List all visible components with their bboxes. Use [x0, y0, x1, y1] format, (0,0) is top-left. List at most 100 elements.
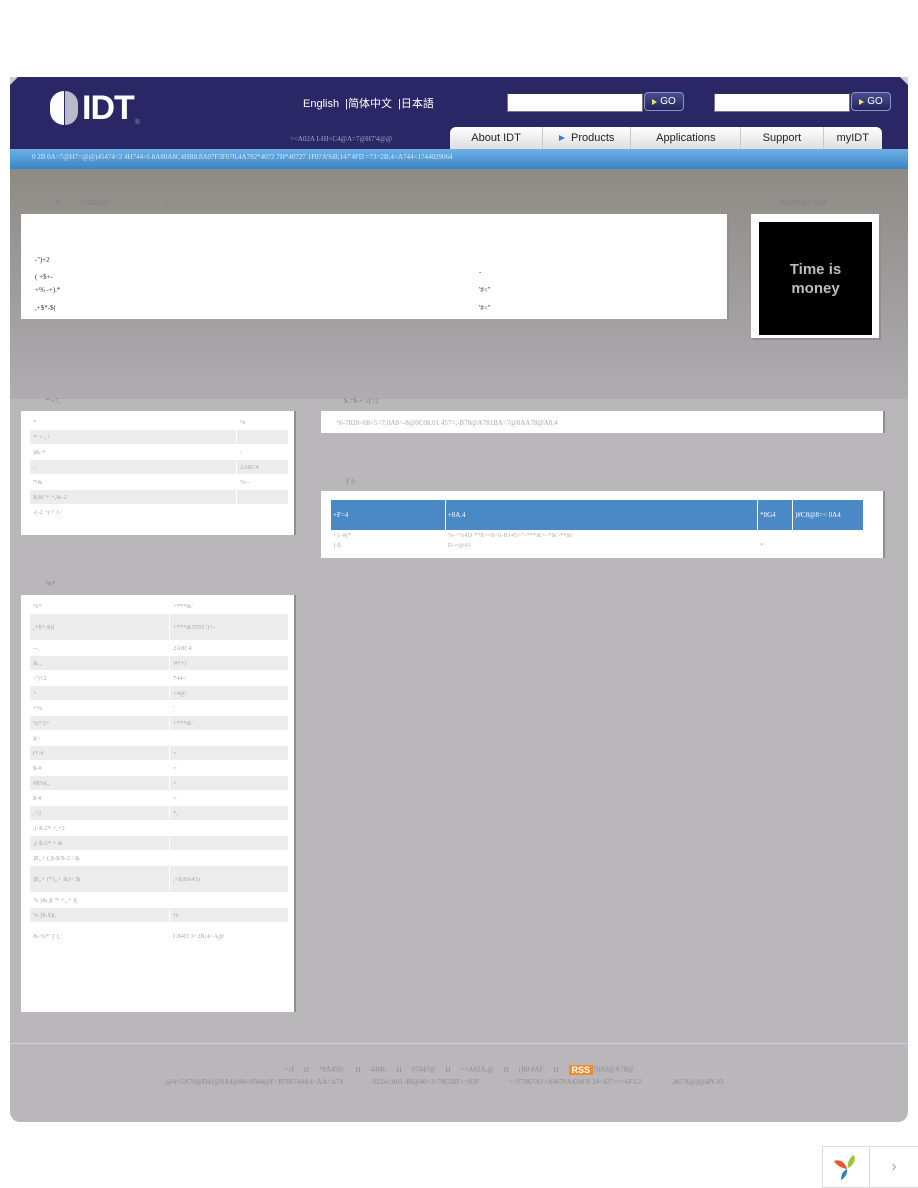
spec-value: % [240, 418, 246, 426]
go-button-2[interactable]: GO [851, 92, 891, 111]
spec-label: %* [33, 602, 42, 610]
part-row[interactable]: )-$ D-=@43 * [331, 541, 863, 550]
footer-separator: H [355, 1065, 361, 1074]
summary-row-label: ( +$+- [35, 273, 53, 281]
left_panel2-row: $-# = [30, 761, 288, 775]
go-button-1[interactable]: GO [644, 92, 684, 111]
lang-english[interactable]: English [303, 98, 339, 110]
left_panel2-row: --, 2A8C4 [30, 641, 288, 655]
right-panel2-title: )' (- [346, 477, 357, 485]
spec-value: +***&' [170, 716, 288, 730]
registered-mark: ® [134, 119, 140, 126]
ad-text-line: Time is [789, 260, 842, 278]
footer-link[interactable]: (B0 8AF [519, 1066, 544, 1074]
summary-row-value: '#<" [479, 286, 491, 294]
footer-legal-link[interactable]: ,867A@)@4PC43 [672, 1078, 724, 1086]
nav-myidt[interactable]: myIDT [824, 127, 882, 149]
spec-label: '*& [33, 478, 43, 486]
spec-value [170, 893, 288, 907]
left_panel2-row: &-%*' )' (, C84D 3=2B;4<A@ [30, 923, 288, 949]
nav-products[interactable]: Products [543, 127, 632, 149]
part-row[interactable]: +).-#(* %-+%4D *78>=8<6-B145=7-***&'<-*&'… [331, 531, 863, 540]
nav-applications[interactable]: Applications [631, 127, 742, 149]
nav-label: myIDT [836, 132, 869, 144]
left_panel2-row: &,, '#*+) [30, 656, 288, 670]
spec-label: % )$-$)(, [30, 908, 169, 922]
footer-link[interactable]: *8A450> [319, 1066, 346, 1074]
footer: =;4 H *8A450> H 4460: H 07447@ H =<A02A,@ H (B0 8A… [10, 1065, 908, 1086]
spec-label: (*-# [30, 746, 169, 760]
rss-icon[interactable]: RSS [568, 1065, 594, 1075]
col-header[interactable]: *8G4 [758, 500, 793, 530]
left_panel2-row: ,(-$-2* +,+2 [30, 821, 288, 835]
footer-link[interactable]: =<A02A,@ [461, 1066, 494, 1074]
spec-value: ' [173, 704, 175, 712]
left_panel1-row: -(-2 +(+' (- [30, 505, 288, 519]
spec-value [237, 490, 288, 504]
search-input-1[interactable] [507, 93, 643, 112]
spec-value [237, 505, 288, 519]
header-tagline: =<A02A I-HI<C4@A=7@H7'4@@ [290, 135, 393, 143]
col-header[interactable]: +8A.4 [445, 500, 758, 530]
parts-table-panel: +F=4 +8A.4 *8G4 )#C8@8=< 0A4 +).-#(* %-+%… [321, 491, 883, 558]
left-panel1-title: *'+7, [46, 397, 60, 405]
spec-value: C84D 3=2B;4<A@ [173, 932, 225, 940]
footer-divider [10, 1043, 908, 1044]
nav-support[interactable]: Support [741, 127, 824, 149]
spec-label: %*'2+ [30, 716, 169, 730]
spec-label: $-# [33, 794, 42, 802]
lang-chinese[interactable]: |简体中文 [345, 98, 392, 110]
spec-value: '#*+) [170, 656, 288, 670]
summary-row-label: ,+$*-$( [35, 304, 56, 312]
left_panel2-row: #$%(,, = [30, 776, 288, 790]
footer-legal-link[interactable]: <=F7867A1<A4670A434C8 24<427<=>6F1-2 [509, 1078, 642, 1086]
next-button[interactable]: › [870, 1147, 918, 1187]
left_panel1-row: -, 2A8C4 [30, 460, 288, 474]
ad-banner[interactable]: Time is money [751, 214, 879, 338]
spec-label: -'')+2 [33, 674, 47, 682]
footer-link[interactable]: 07447@ [411, 1066, 435, 1074]
left_panel2-row: -'')+2 744< [30, 671, 288, 685]
summary-row-label: -'')+2 [35, 256, 50, 264]
left_panel2-row: (*-# = [30, 746, 288, 760]
footer-link[interactable]: 4460: [370, 1066, 386, 1074]
breadcrumb: 0 2B 0A=7@H7=@@)45474<2 4H744<I-8A80A8C4… [10, 149, 908, 169]
spec-label: ,(-$-2* +,+2 [33, 824, 65, 832]
floating-widget: › [822, 1146, 918, 1188]
spec-value: - [240, 448, 243, 456]
spec-value: % [170, 908, 288, 922]
summary-row-value: - [479, 268, 482, 276]
left_panel1-row: )&-* - [30, 445, 288, 459]
spec-label: #$%(,, [30, 776, 169, 790]
lang-japanese[interactable]: |日本語 [398, 98, 434, 110]
footer-legal-link[interactable]: ,@4=5A78@D41@8A4@86<8584@F=B7067444;4<AA… [164, 1078, 343, 1086]
nav-about-idt[interactable]: About IDT [450, 127, 544, 149]
play-icon [859, 98, 865, 105]
idt-logo[interactable]: IDT ® [50, 90, 140, 126]
spec-label: ,+$*-$)( [30, 614, 169, 640]
col-header[interactable]: )#C8@8=< 0A4 [793, 500, 863, 530]
left_panel2-row: ,+2 *, [30, 806, 288, 820]
part-cell [793, 531, 863, 540]
language-switcher: English |简体中文 |日本語 [303, 95, 437, 111]
col-header[interactable]: +F=4 [331, 500, 445, 530]
spec-value: 2A8C4 [237, 460, 288, 474]
spec-label: &,, [30, 656, 169, 670]
ad-text-line: money [791, 279, 840, 297]
top-label-1: =;4 [50, 199, 60, 207]
spec-label: +% [33, 704, 43, 712]
left_panel2-row: % )&,)( '* +,,+ )( [30, 893, 288, 907]
right-panel1-title: $,=$-+=/(=2 [344, 397, 379, 405]
part-cell: D-=@43 [447, 542, 471, 549]
rss-link[interactable]: 70A8@A78@ [593, 1066, 634, 1074]
spec-label: &-%*' )' (, [33, 932, 61, 940]
footer-legal-link[interactable]: 0224<A01 4B@40<3>78C02F>=82F [373, 1078, 479, 1086]
play-icon [652, 98, 658, 105]
footer-link[interactable]: =;4 [284, 1066, 293, 1074]
yii-logo-icon [834, 1155, 855, 1180]
left_panel2-row: +% ' [30, 701, 288, 715]
nav-label: Applications [656, 132, 716, 144]
yii-logo-button[interactable] [823, 1147, 870, 1187]
search-input-2[interactable] [714, 93, 850, 112]
spec-label: ,+2 [30, 806, 169, 820]
